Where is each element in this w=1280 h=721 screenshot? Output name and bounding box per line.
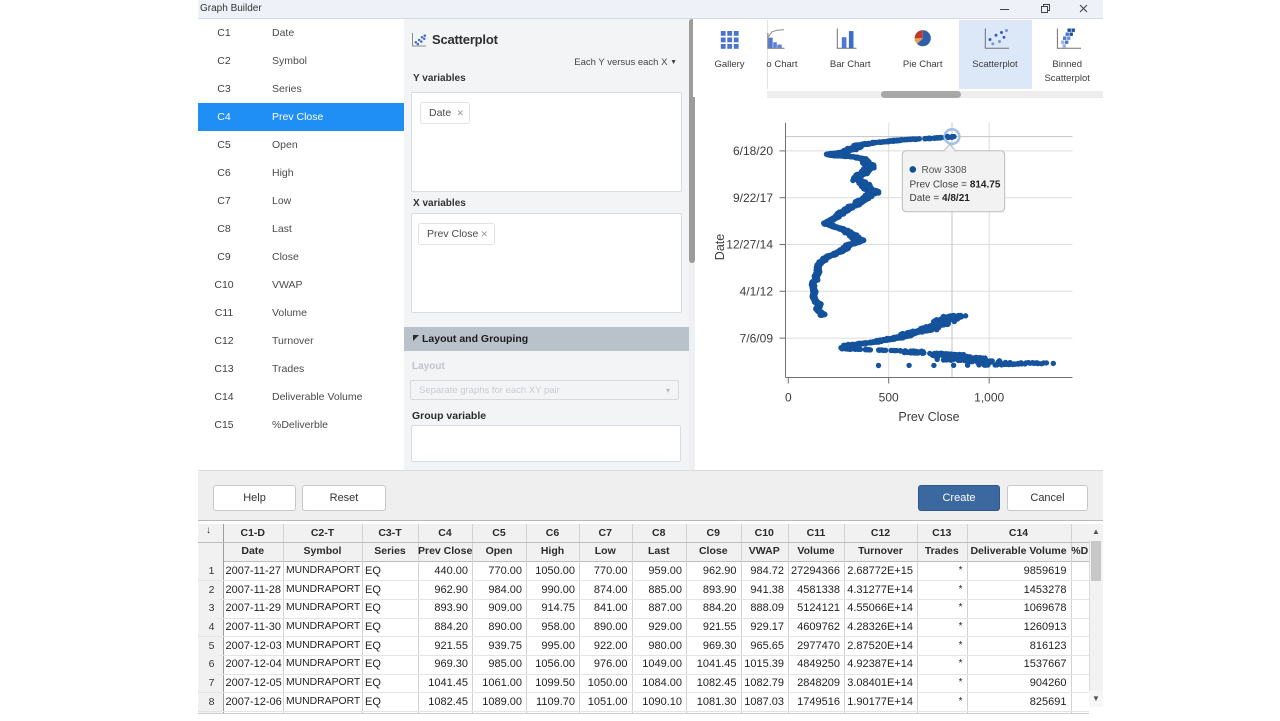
svg-text:500: 500 xyxy=(879,391,899,405)
svg-text:Date: Date xyxy=(713,234,727,260)
svg-text:Row 3308: Row 3308 xyxy=(922,165,967,176)
svg-text:7/6/09: 7/6/09 xyxy=(740,331,774,345)
svg-text:1,000: 1,000 xyxy=(974,391,1004,405)
svg-text:Date = 4/8/21: Date = 4/8/21 xyxy=(910,193,971,204)
svg-text:Prev Close = 814.75: Prev Close = 814.75 xyxy=(910,180,1001,191)
svg-text:Prev Close: Prev Close xyxy=(898,410,959,424)
svg-text:6/18/20: 6/18/20 xyxy=(733,144,773,158)
svg-text:12/27/14: 12/27/14 xyxy=(726,238,773,252)
svg-text:4/1/12: 4/1/12 xyxy=(740,285,774,299)
svg-text:0: 0 xyxy=(785,391,792,405)
svg-text:9/22/17: 9/22/17 xyxy=(733,191,773,205)
